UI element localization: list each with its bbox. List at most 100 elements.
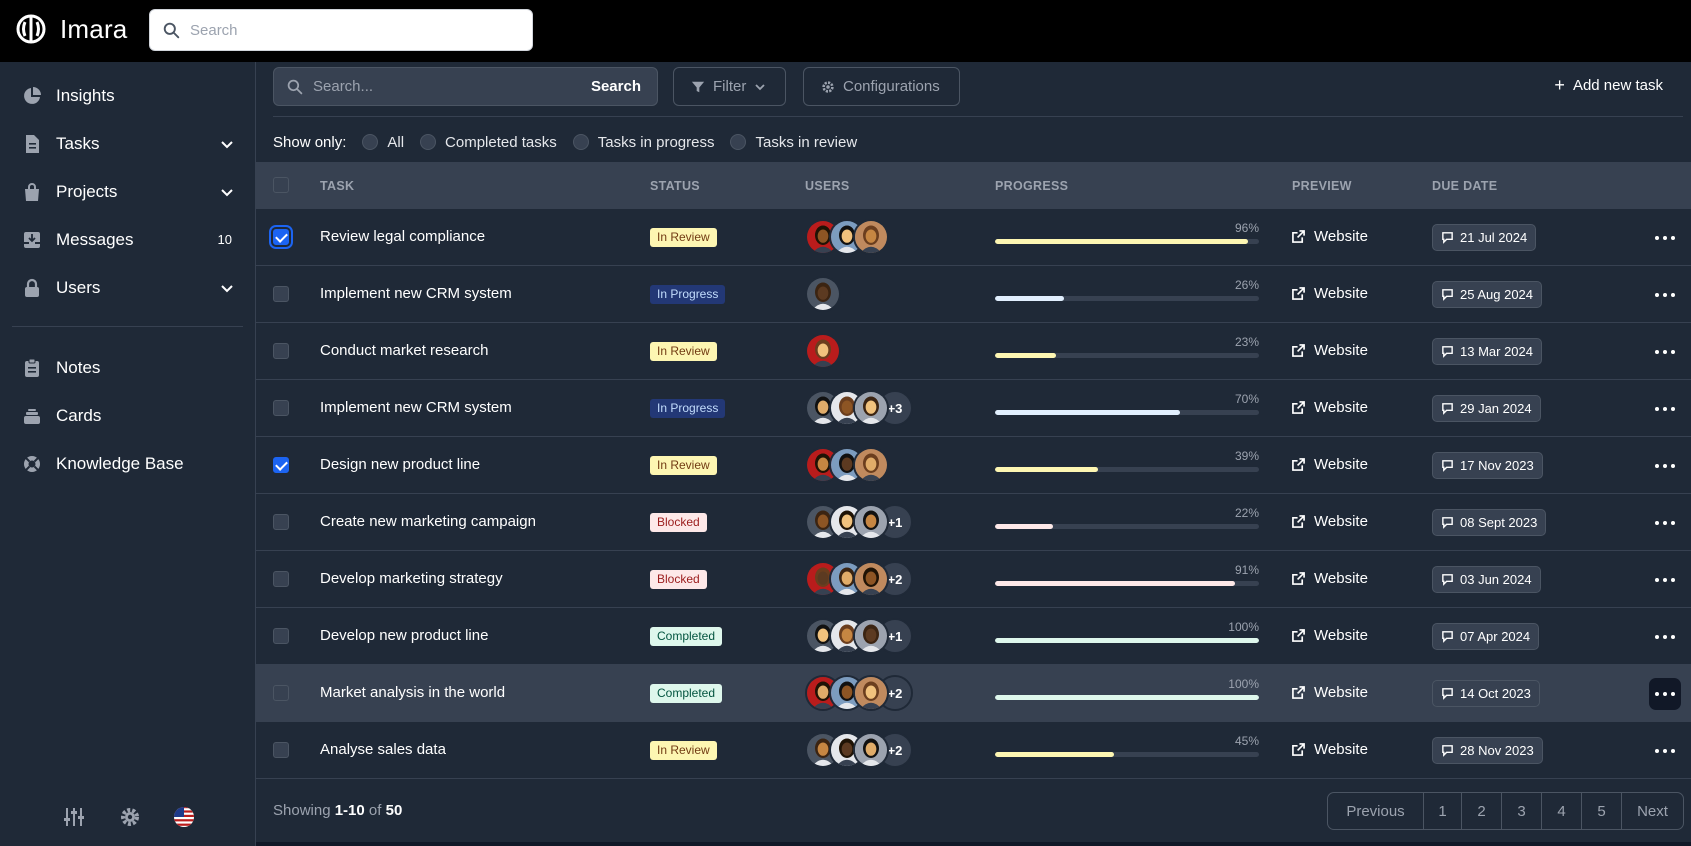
page-button[interactable]: 3 — [1502, 793, 1542, 829]
search-button[interactable]: Search — [591, 78, 641, 95]
sidebar-item-tasks[interactable]: Tasks — [12, 123, 244, 165]
row-checkbox[interactable] — [273, 457, 289, 473]
sidebar-item-cards[interactable]: Cards — [12, 395, 244, 437]
task-search[interactable]: Search — [273, 67, 658, 106]
sidebar-item-insights[interactable]: Insights — [12, 75, 244, 117]
sidebar-item-label: Messages — [56, 230, 134, 249]
due-date-badge: 08 Sept 2023 — [1432, 509, 1547, 536]
row-checkbox[interactable] — [273, 286, 289, 302]
preview-link[interactable]: Website — [1292, 684, 1368, 701]
add-task-button[interactable]: + Add new task — [1554, 76, 1663, 94]
configurations-button[interactable]: Configurations — [803, 67, 960, 106]
filter-option-all[interactable]: All — [362, 134, 404, 151]
progress-fill — [995, 467, 1098, 472]
filter-option-tasks-in-review[interactable]: Tasks in review — [730, 134, 857, 151]
progress-track — [995, 410, 1259, 415]
progress-fill — [995, 581, 1236, 586]
progress-cell: 70% — [995, 392, 1259, 415]
table-row[interactable]: Implement new CRM system In Progress +3 70%… — [256, 380, 1691, 437]
row-checkbox[interactable] — [273, 514, 289, 530]
row-actions-button[interactable] — [1649, 735, 1681, 767]
row-checkbox[interactable] — [273, 571, 289, 587]
global-search[interactable] — [149, 9, 533, 51]
filter-option-completed-tasks[interactable]: Completed tasks — [420, 134, 557, 151]
sidebar-item-users[interactable]: Users — [12, 267, 244, 309]
preview-link[interactable]: Website — [1292, 285, 1368, 302]
row-actions-button[interactable] — [1649, 222, 1681, 254]
page-button[interactable]: 1 — [1424, 793, 1462, 829]
user-avatars: +3 — [805, 390, 913, 426]
comment-icon — [1441, 231, 1454, 244]
table-row[interactable]: Analyse sales data In Review +2 45% Website 2… — [256, 722, 1691, 779]
previous-page-button[interactable]: Previous — [1328, 793, 1424, 829]
table-row[interactable]: Implement new CRM system In Progress 26% We… — [256, 266, 1691, 323]
table-row[interactable]: Conduct market research In Review 23% Websi… — [256, 323, 1691, 380]
row-actions-button[interactable] — [1649, 450, 1681, 482]
row-actions-button[interactable] — [1649, 393, 1681, 425]
task-name: Develop marketing strategy — [320, 570, 503, 587]
filter-option-label: Tasks in progress — [597, 133, 715, 151]
filter-label: Filter — [713, 78, 747, 95]
page-button[interactable]: 2 — [1462, 793, 1502, 829]
sidebar-item-messages[interactable]: Messages 10 — [12, 219, 244, 261]
gear-icon[interactable] — [119, 806, 141, 828]
header-task: TASK — [320, 179, 355, 193]
table-row[interactable]: Create new marketing campaign Blocked +1 22… — [256, 494, 1691, 551]
preview-link[interactable]: Website — [1292, 456, 1368, 473]
filter-button[interactable]: Filter — [673, 67, 786, 106]
sliders-icon[interactable] — [63, 806, 85, 828]
preview-label: Website — [1314, 285, 1368, 302]
showing-total: 50 — [385, 802, 403, 819]
table-row[interactable]: Design new product line In Review 39% Websi… — [256, 437, 1691, 494]
row-actions-button[interactable] — [1649, 678, 1681, 710]
table-row[interactable]: Develop marketing strategy Blocked +2 91% We… — [256, 551, 1691, 608]
user-avatars: +2 — [805, 675, 913, 711]
radio-button[interactable] — [730, 134, 747, 150]
row-checkbox[interactable] — [273, 229, 289, 245]
next-page-button[interactable]: Next — [1622, 793, 1683, 829]
table-row[interactable]: Develop new product line Completed +1 100% W… — [256, 608, 1691, 665]
sidebar-item-projects[interactable]: Projects — [12, 171, 244, 213]
radio-button[interactable] — [572, 134, 589, 150]
progress-percent: 23% — [1234, 335, 1259, 349]
row-actions-button[interactable] — [1649, 507, 1681, 539]
task-name: Conduct market research — [320, 342, 489, 359]
status-filter: Show only: All Completed tasks Tasks in pr… — [273, 131, 873, 153]
table-row[interactable]: Review legal compliance In Review 96% Websi… — [256, 209, 1691, 266]
row-actions-button[interactable] — [1649, 621, 1681, 653]
preview-link[interactable]: Website — [1292, 399, 1368, 416]
select-all-checkbox[interactable] — [273, 177, 289, 193]
radio-button[interactable] — [362, 134, 379, 150]
due-date-badge: 28 Nov 2023 — [1432, 737, 1543, 764]
page-button[interactable]: 5 — [1582, 793, 1622, 829]
row-checkbox[interactable] — [273, 742, 289, 758]
row-actions-button[interactable] — [1649, 279, 1681, 311]
sidebar-item-knowledge-base[interactable]: Knowledge Base — [12, 443, 244, 485]
filter-option-tasks-in-progress[interactable]: Tasks in progress — [572, 133, 715, 151]
radio-button[interactable] — [420, 134, 437, 150]
row-actions-button[interactable] — [1649, 564, 1681, 596]
avatar — [853, 447, 889, 483]
global-search-input[interactable] — [190, 10, 520, 50]
progress-cell: 39% — [995, 449, 1259, 472]
preview-link[interactable]: Website — [1292, 228, 1368, 245]
avatar — [805, 333, 841, 369]
page-button[interactable]: 4 — [1542, 793, 1582, 829]
row-checkbox[interactable] — [273, 628, 289, 644]
table-row[interactable]: Market analysis in the world Completed +2 1… — [256, 665, 1691, 722]
progress-cell: 26% — [995, 278, 1259, 301]
us-flag-icon[interactable] — [173, 806, 195, 828]
row-actions-button[interactable] — [1649, 336, 1681, 368]
sidebar-item-notes[interactable]: Notes — [12, 347, 244, 389]
task-search-input[interactable] — [313, 68, 573, 105]
preview-link[interactable]: Website — [1292, 627, 1368, 644]
preview-link[interactable]: Website — [1292, 513, 1368, 530]
header-users: USERS — [805, 179, 850, 193]
row-checkbox[interactable] — [273, 400, 289, 416]
row-checkbox[interactable] — [273, 343, 289, 359]
due-date-badge: 07 Apr 2024 — [1432, 623, 1540, 650]
row-checkbox[interactable] — [273, 685, 289, 701]
preview-link[interactable]: Website — [1292, 342, 1368, 359]
preview-link[interactable]: Website — [1292, 741, 1368, 758]
preview-link[interactable]: Website — [1292, 570, 1368, 587]
